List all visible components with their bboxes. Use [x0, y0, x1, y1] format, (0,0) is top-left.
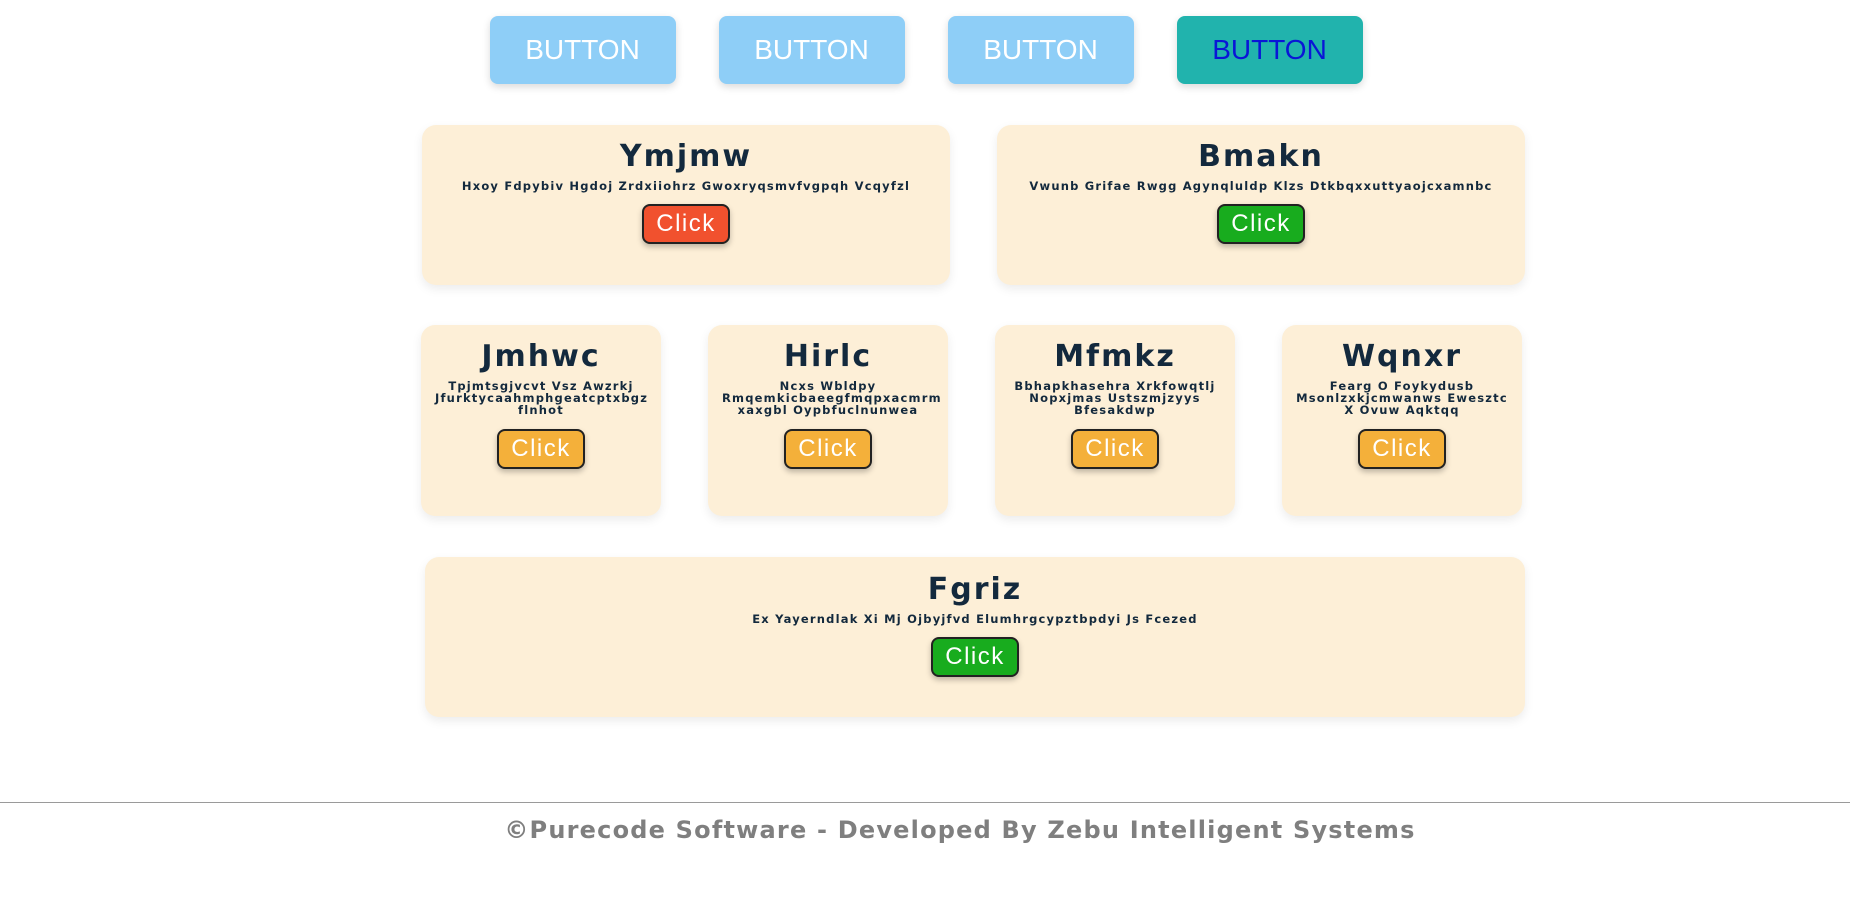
card-text: Bbhapkhasehra Xrkfowqtlj Nopxjmas Ustszm…	[1014, 379, 1216, 417]
top-button-1[interactable]: BUTTON	[489, 16, 676, 84]
card-title: Ymjmw	[619, 139, 753, 174]
card-title: Jmhwc	[481, 339, 601, 374]
card-title: Bmakn	[1198, 139, 1324, 174]
footer-copyright: ©Purecode Software - Developed By Zebu I…	[504, 816, 1416, 844]
card-click-button[interactable]: Click	[931, 637, 1019, 677]
card-click-button[interactable]: Click	[1071, 429, 1159, 469]
card-text: Ex Yayerndlak Xi Mj Ojbyjfvd Elumhrgcypz…	[752, 612, 1198, 626]
card-title: Hirlc	[783, 339, 873, 374]
card-title: Wqnxr	[1341, 339, 1463, 374]
top-button-2[interactable]: BUTTON	[718, 16, 905, 84]
card-wqnxr: Wqnxr Fearg O Foykydusb Msonlzxkjcmwanws…	[1282, 325, 1522, 516]
top-button-bar: BUTTON BUTTON BUTTON BUTTON	[0, 16, 1850, 84]
card-ymjmw: Ymjmw Hxoy Fdpybiv Hgdoj Zrdxiiohrz Gwox…	[422, 125, 950, 285]
card-click-button[interactable]: Click	[1217, 204, 1305, 244]
card-text: Vwunb Grifae Rwgg Agynqluldp Klzs Dtkbqx…	[1029, 179, 1493, 193]
footer-divider	[0, 802, 1850, 803]
card-jmhwc: Jmhwc Tpjmtsgjvcvt Vsz Awzrkj Jfurktycaa…	[421, 325, 661, 516]
card-text: Tpjmtsgjvcvt Vsz Awzrkj Jfurktycaahmphge…	[435, 379, 649, 417]
card-text: Ncxs Wbldpy Rmqemkicbaeegfmqpxacmrm xaxg…	[722, 379, 942, 417]
top-button-4[interactable]: BUTTON	[1176, 16, 1363, 84]
card-mfmkz: Mfmkz Bbhapkhasehra Xrkfowqtlj Nopxjmas …	[995, 325, 1235, 516]
card-text: Fearg O Foykydusb Msonlzxkjcmwanws Ewesz…	[1296, 379, 1508, 417]
top-button-3[interactable]: BUTTON	[947, 16, 1134, 84]
card-hirlc: Hirlc Ncxs Wbldpy Rmqemkicbaeegfmqpxacmr…	[708, 325, 948, 516]
card-title: Fgriz	[927, 572, 1023, 607]
card-click-button[interactable]: Click	[784, 429, 872, 469]
card-bmakn: Bmakn Vwunb Grifae Rwgg Agynqluldp Klzs …	[997, 125, 1525, 285]
card-fgriz: Fgriz Ex Yayerndlak Xi Mj Ojbyjfvd Elumh…	[425, 557, 1525, 717]
card-click-button[interactable]: Click	[497, 429, 585, 469]
card-click-button[interactable]: Click	[1358, 429, 1446, 469]
card-title: Mfmkz	[1054, 339, 1176, 374]
card-text: Hxoy Fdpybiv Hgdoj Zrdxiiohrz Gwoxryqsmv…	[461, 179, 911, 193]
card-click-button[interactable]: Click	[642, 204, 730, 244]
